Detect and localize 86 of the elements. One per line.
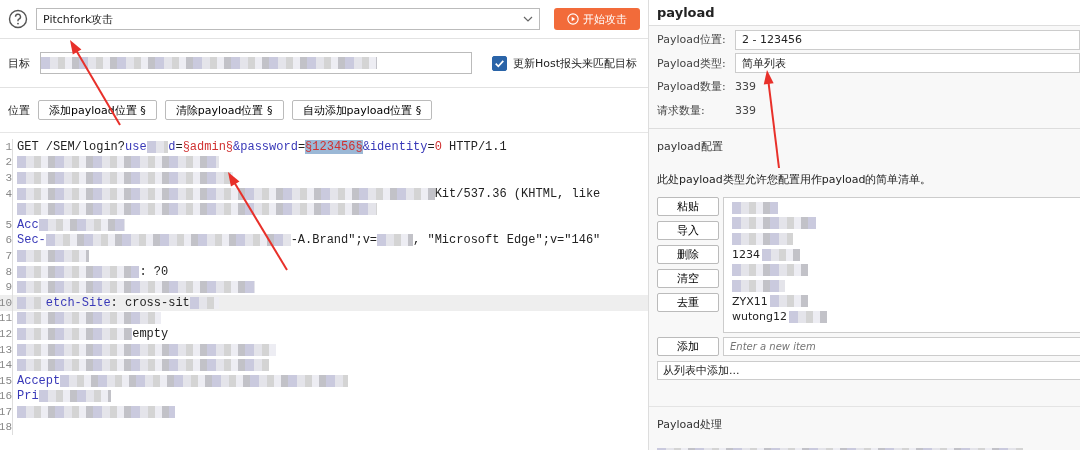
line-number: 3	[5, 172, 12, 184]
line-number: 17	[0, 405, 12, 418]
blurred-text	[17, 296, 46, 309]
help-icon[interactable]	[8, 9, 28, 29]
positions-label: 位置	[8, 102, 30, 118]
panel-title: payload	[649, 0, 1080, 26]
blurred-text	[189, 296, 219, 309]
code-text: &identity	[362, 139, 428, 154]
list-item[interactable]: wutong12	[732, 310, 787, 324]
payload-marker[interactable]: §admin§	[182, 139, 234, 154]
field-value: 339	[735, 80, 756, 94]
field-label: Payload位置:	[657, 32, 727, 48]
line-number: 18	[0, 421, 12, 434]
play-icon	[567, 13, 579, 25]
line-number: 4	[5, 187, 12, 200]
line-number: 1	[5, 140, 12, 153]
section-title: payload配置	[657, 139, 724, 154]
section-title: Payload处理	[657, 417, 723, 432]
blurred-text	[732, 201, 778, 214]
code-text: etch-Site	[45, 295, 111, 310]
code-text: &password	[233, 139, 298, 154]
checkbox[interactable]	[492, 55, 507, 71]
line-number: 16	[0, 390, 12, 403]
position-button[interactable]: 清除payload位置 §	[164, 100, 284, 120]
blurred-text	[762, 248, 801, 261]
list-button[interactable]: 导入	[657, 221, 719, 240]
list-button[interactable]: 去重	[657, 293, 719, 312]
blurred-text	[732, 233, 794, 245]
line-number: 6	[5, 234, 12, 247]
position-button[interactable]: 自动添加payload位置 §	[291, 100, 433, 120]
new-item-field[interactable]: Enter a new item	[723, 337, 1080, 356]
line-number: 12	[0, 327, 12, 340]
line-number: 5	[5, 218, 12, 231]
payload-list[interactable]: 1234 ZYX11 wutong12	[723, 197, 1080, 333]
input-field[interactable]: 简单列表	[735, 53, 1080, 74]
checkbox-label: 更新Host报头来匹配目标	[513, 55, 638, 71]
code-text: -A.Brand";v=	[290, 233, 378, 248]
line-number: 11	[0, 312, 12, 325]
code-text: , "Microsoft Edge";v="146"	[413, 233, 601, 248]
code-text: HTTP/1.1	[448, 139, 507, 154]
line-number: 14	[0, 359, 12, 372]
code-text: : cross-sit	[110, 295, 190, 310]
code-text: GET /SEM/login?	[17, 139, 126, 154]
code-text: use	[125, 139, 147, 154]
line-number: 10	[0, 296, 12, 309]
line-number: 9	[5, 281, 12, 294]
list-button[interactable]: 删除	[657, 245, 719, 264]
add-from-list-dropdown[interactable]: 从列表中添加...	[657, 361, 1080, 380]
target-field[interactable]	[40, 52, 472, 74]
code-text: 0	[434, 139, 442, 154]
list-button[interactable]: 清空	[657, 269, 719, 288]
code-text: d	[168, 139, 176, 154]
field-label: Payload类型:	[657, 55, 727, 71]
blurred-text	[146, 140, 169, 153]
chevron-down-icon	[523, 16, 533, 22]
description: 此处payload类型允许您配置用作payload的简单清单。	[657, 172, 933, 187]
line-number: 7	[5, 249, 12, 262]
add-button[interactable]: 添加	[657, 337, 719, 356]
code-text: : ?0	[139, 264, 169, 279]
input-field[interactable]: 2 - 123456	[735, 29, 1080, 50]
code-text: Sec-	[17, 233, 46, 248]
code-text: empty	[132, 326, 169, 341]
line-number: 15	[0, 374, 12, 387]
code-text: Acc	[17, 217, 39, 232]
field-label: Payload数量:	[657, 79, 727, 95]
blurred-text	[377, 234, 414, 247]
line-number: 8	[5, 265, 12, 278]
field-value: 339	[735, 103, 756, 117]
blurred-text	[769, 295, 808, 308]
blurred-text	[17, 249, 89, 262]
code-text: =	[427, 139, 435, 154]
list-button[interactable]: 粘贴	[657, 197, 719, 216]
blurred-text	[788, 310, 828, 323]
code-text: =	[175, 139, 183, 154]
code-text: =	[297, 139, 306, 154]
line-number: 13	[0, 343, 12, 356]
list-item[interactable]: ZYX11	[732, 294, 768, 308]
attack-type-dropdown[interactable]: Pitchfork攻击	[36, 8, 540, 30]
list-item[interactable]: 1234	[732, 248, 760, 262]
field-label: 请求数量:	[657, 102, 706, 118]
line-number: 2	[5, 156, 12, 169]
code-text: Kit/537.36 (KHTML, like	[434, 186, 601, 201]
target-label: 目标	[8, 55, 30, 71]
blurred-text	[732, 279, 786, 292]
code-text: Pri	[17, 389, 39, 404]
code-text: Accept	[17, 373, 61, 388]
